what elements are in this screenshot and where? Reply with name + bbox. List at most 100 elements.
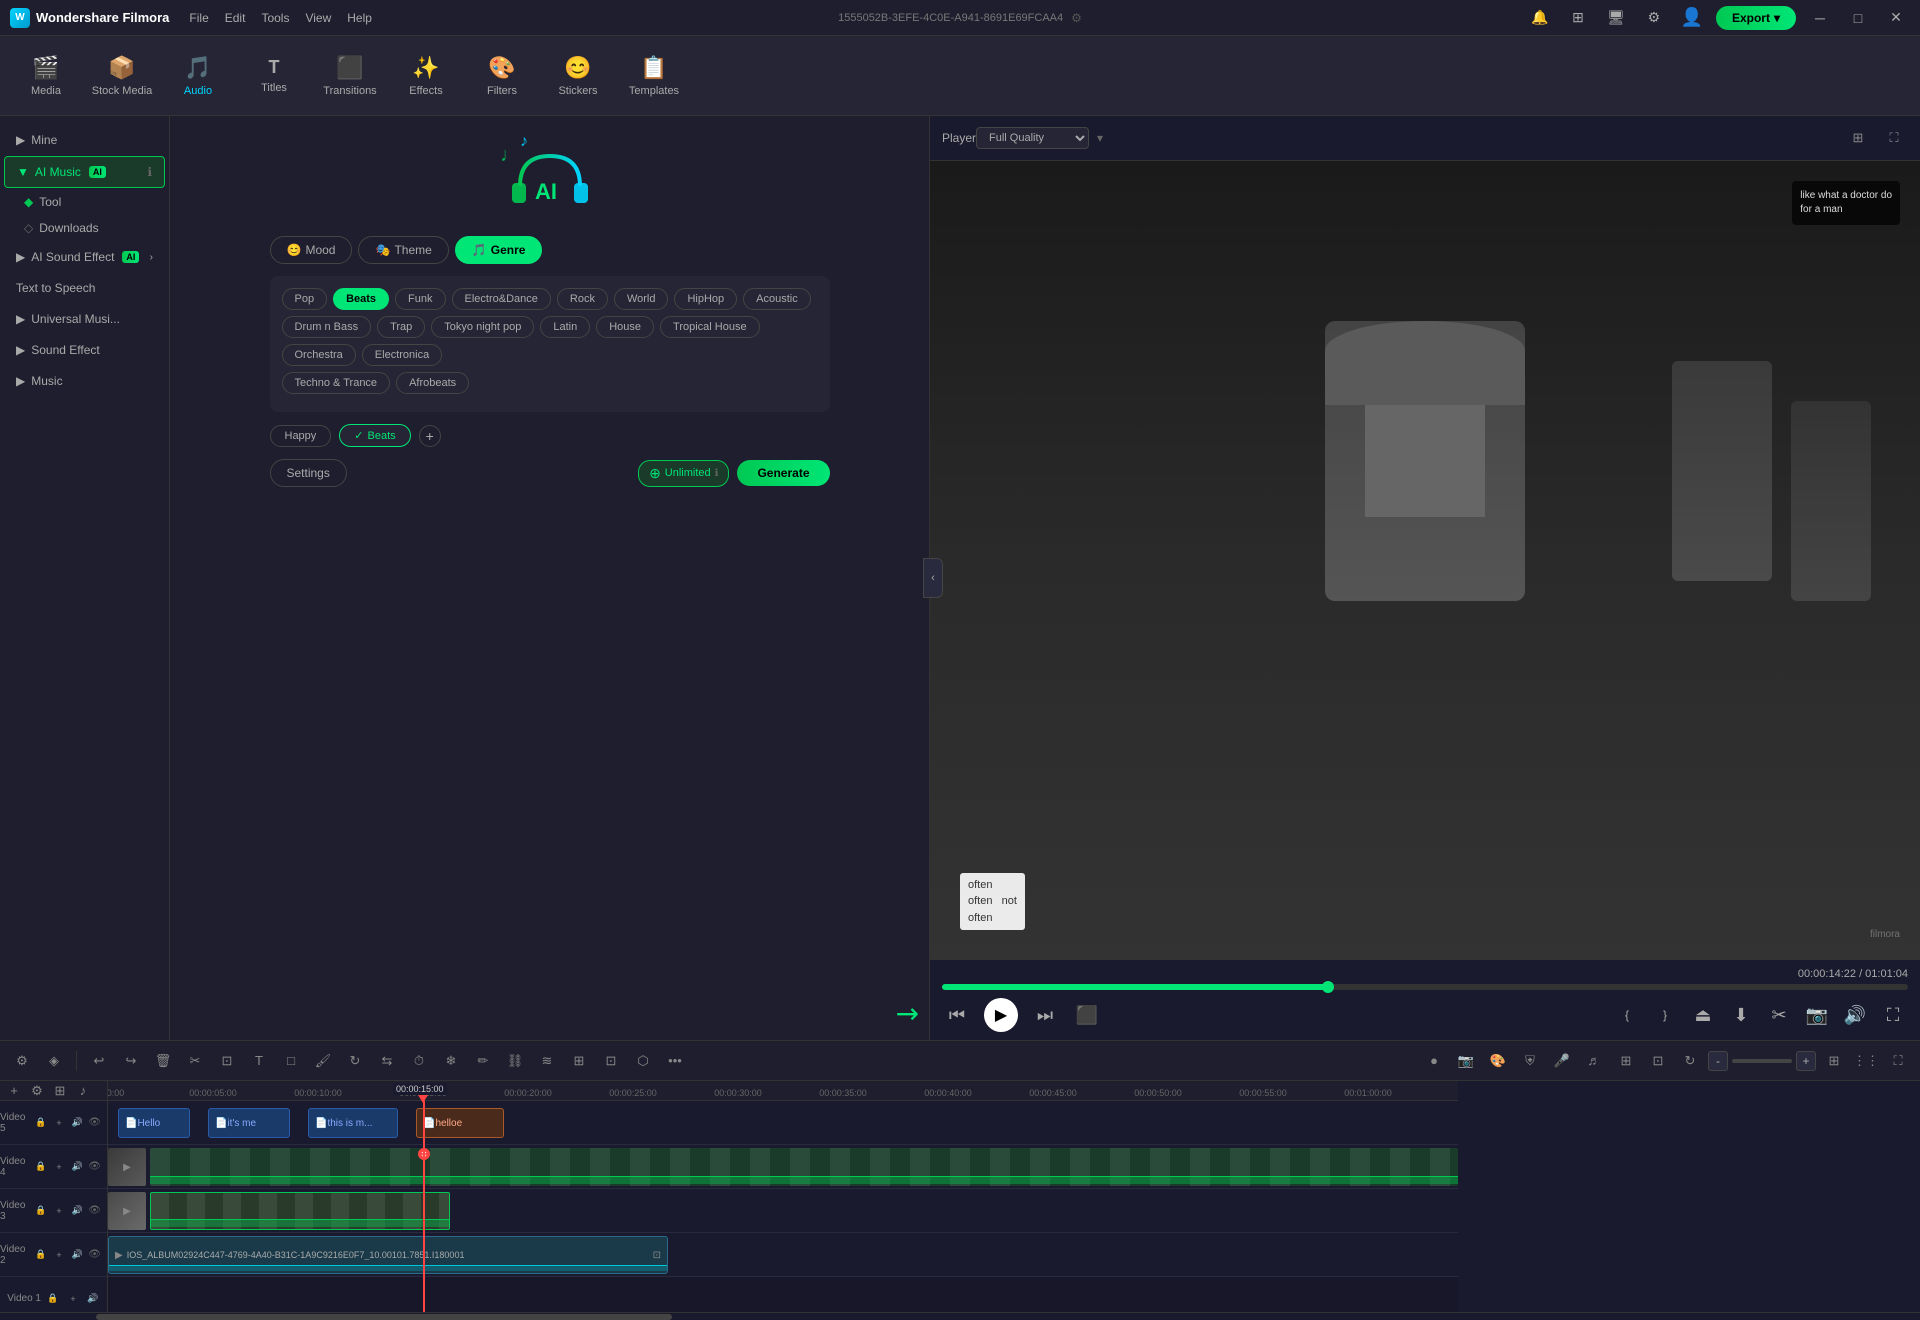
video1-add-icon[interactable]: + [65,1291,81,1307]
video2-lock-icon[interactable]: 🔒 [34,1247,48,1263]
progress-bar[interactable] [942,984,1908,990]
timeline-sub-icon[interactable]: ⊞ [1612,1047,1640,1075]
timeline-expand-icon[interactable]: ⛶ [1884,1047,1912,1075]
notifications-icon[interactable]: 🔔 [1526,4,1554,32]
freeze-button[interactable]: ❄ [437,1047,465,1075]
play-button[interactable]: ▶ [984,998,1018,1032]
video2-add-icon[interactable]: + [52,1247,66,1263]
sidebar-item-ai-sound-effect[interactable]: ▶ AI Sound Effect AI › [4,242,165,272]
minimize-button[interactable]: ─ [1806,4,1834,32]
zoom-in-button[interactable]: + [1796,1051,1816,1071]
video4-audio-icon[interactable]: 🔊 [70,1159,84,1175]
timeline-audio-icon[interactable]: ♬ [1580,1047,1608,1075]
clip-helloe[interactable]: 📄 helloe [416,1108,504,1138]
genre-orchestra[interactable]: Orchestra [282,344,356,366]
export-button[interactable]: Export ▾ [1716,6,1796,30]
toolbar-transitions[interactable]: ⬛ Transitions [314,42,386,110]
toolbar-titles[interactable]: T Titles [238,42,310,110]
user-icon[interactable]: 👤 [1678,4,1706,32]
sidebar-item-tool[interactable]: ◆ Tool [0,189,169,215]
genre-electronica[interactable]: Electronica [362,344,442,366]
mood-tag-beats[interactable]: ✓ Beats [339,424,410,447]
timeline-settings-icon[interactable]: ⚙ [8,1047,36,1075]
video4-add-icon[interactable]: + [52,1159,66,1175]
genre-world[interactable]: World [614,288,669,310]
compound-button[interactable]: ⬡ [629,1047,657,1075]
mark-in-icon[interactable]: { [1612,1000,1642,1030]
menu-edit[interactable]: Edit [225,11,246,25]
timeline-loop-icon[interactable]: ↻ [1676,1047,1704,1075]
toolbar-stock-media[interactable]: 📦 Stock Media [86,42,158,110]
menu-view[interactable]: View [305,11,331,25]
volume-icon[interactable]: 🔊 [1840,1000,1870,1030]
genre-latin[interactable]: Latin [540,316,590,338]
multicam-button[interactable]: ⊡ [597,1047,625,1075]
redo-button[interactable]: ↪ [117,1047,145,1075]
playhead[interactable]: 00:00:15:00 [423,1101,425,1312]
cut-button[interactable]: ✂ [181,1047,209,1075]
chain-button[interactable]: ⛓ [501,1047,529,1075]
toolbar-effects[interactable]: ✨ Effects [390,42,462,110]
timeline-eye-icon[interactable]: ● [1420,1047,1448,1075]
loop-button[interactable]: ⬛ [1072,1000,1102,1030]
progress-handle[interactable] [1322,981,1334,993]
video2-audio-icon[interactable]: 🔊 [70,1247,84,1263]
insert-icon[interactable]: ⏏ [1688,1000,1718,1030]
menu-file[interactable]: File [189,11,208,25]
snapshot-icon[interactable]: 📷 [1802,1000,1832,1030]
timeline-marker-icon[interactable]: ◈ [40,1047,68,1075]
toolbar-templates[interactable]: 📋 Templates [618,42,690,110]
generate-button[interactable]: Generate [737,460,829,486]
sidebar-item-text-to-speech[interactable]: Text to Speech [4,273,165,303]
genre-tokyo-night-pop[interactable]: Tokyo night pop [431,316,534,338]
rotate-button[interactable]: ↻ [341,1047,369,1075]
player-expand-icon[interactable]: ⊞ [1844,124,1872,152]
clip-itsme[interactable]: 📄 it's me [208,1108,290,1138]
genre-pop[interactable]: Pop [282,288,328,310]
video3-add-icon[interactable]: + [52,1203,66,1219]
toolbar-filters[interactable]: 🎨 Filters [466,42,538,110]
timeline-stab-icon[interactable]: ⊡ [1644,1047,1672,1075]
add-mood-button[interactable]: + [419,425,441,447]
genre-acoustic[interactable]: Acoustic [743,288,811,310]
mirror-button[interactable]: ⇆ [373,1047,401,1075]
video4-lock-icon[interactable]: 🔒 [34,1159,48,1175]
mark-out-icon[interactable]: } [1650,1000,1680,1030]
zoom-slider[interactable] [1732,1059,1792,1063]
monitor-icon[interactable]: 🖥 [1602,4,1630,32]
zoom-out-button[interactable]: - [1708,1051,1728,1071]
settings-icon[interactable]: ⚙ [1640,4,1668,32]
quality-select[interactable]: Full Quality Half Quality Quarter Qualit… [976,127,1089,149]
video5-lock-icon[interactable]: 🔒 [34,1115,48,1131]
undo-button[interactable]: ↩ [85,1047,113,1075]
genre-beats[interactable]: Beats [333,288,389,310]
menu-help[interactable]: Help [347,11,372,25]
clip-thisism[interactable]: 📄 this is m... [308,1108,398,1138]
sidebar-item-downloads[interactable]: ◇ Downloads [0,215,169,241]
toolbar-audio[interactable]: 🎵 Audio [162,42,234,110]
track-grid-icon[interactable]: ⊞ [50,1081,70,1101]
sidebar-item-music[interactable]: ▶ Music [4,366,165,396]
timeline-grid-icon[interactable]: ⋮⋮ [1852,1047,1880,1075]
timeline-camera-icon[interactable]: 📷 [1452,1047,1480,1075]
tab-mood[interactable]: 😊 Mood [270,236,353,264]
sidebar-item-mine[interactable]: ▶ Mine [4,125,165,155]
paint-button[interactable]: 🖌 [309,1047,337,1075]
clip-hello[interactable]: 📄 Hello [118,1108,190,1138]
genre-drum-n-bass[interactable]: Drum n Bass [282,316,372,338]
video3-lock-icon[interactable]: 🔒 [34,1203,48,1219]
crop-icon[interactable]: ✂ [1764,1000,1794,1030]
fullscreen-icon[interactable]: ⛶ [1878,1000,1908,1030]
close-button[interactable]: ✕ [1882,4,1910,32]
genre-rock[interactable]: Rock [557,288,608,310]
timeline-shield-icon[interactable]: ⛨ [1516,1047,1544,1075]
speed-button[interactable]: ⏱ [405,1047,433,1075]
sidebar-item-ai-music[interactable]: ▼ AI Music AI ℹ [4,156,165,188]
timeline-fit-button[interactable]: ⊞ [1820,1047,1848,1075]
timeline-color-icon[interactable]: 🎨 [1484,1047,1512,1075]
mood-tag-happy[interactable]: Happy [270,425,332,447]
text-button[interactable]: T [245,1047,273,1075]
match-button[interactable]: ⊞ [565,1047,593,1075]
video4-strip[interactable]: ✕ [150,1148,1458,1186]
fast-forward-button[interactable]: ⏭ [1030,1000,1060,1030]
